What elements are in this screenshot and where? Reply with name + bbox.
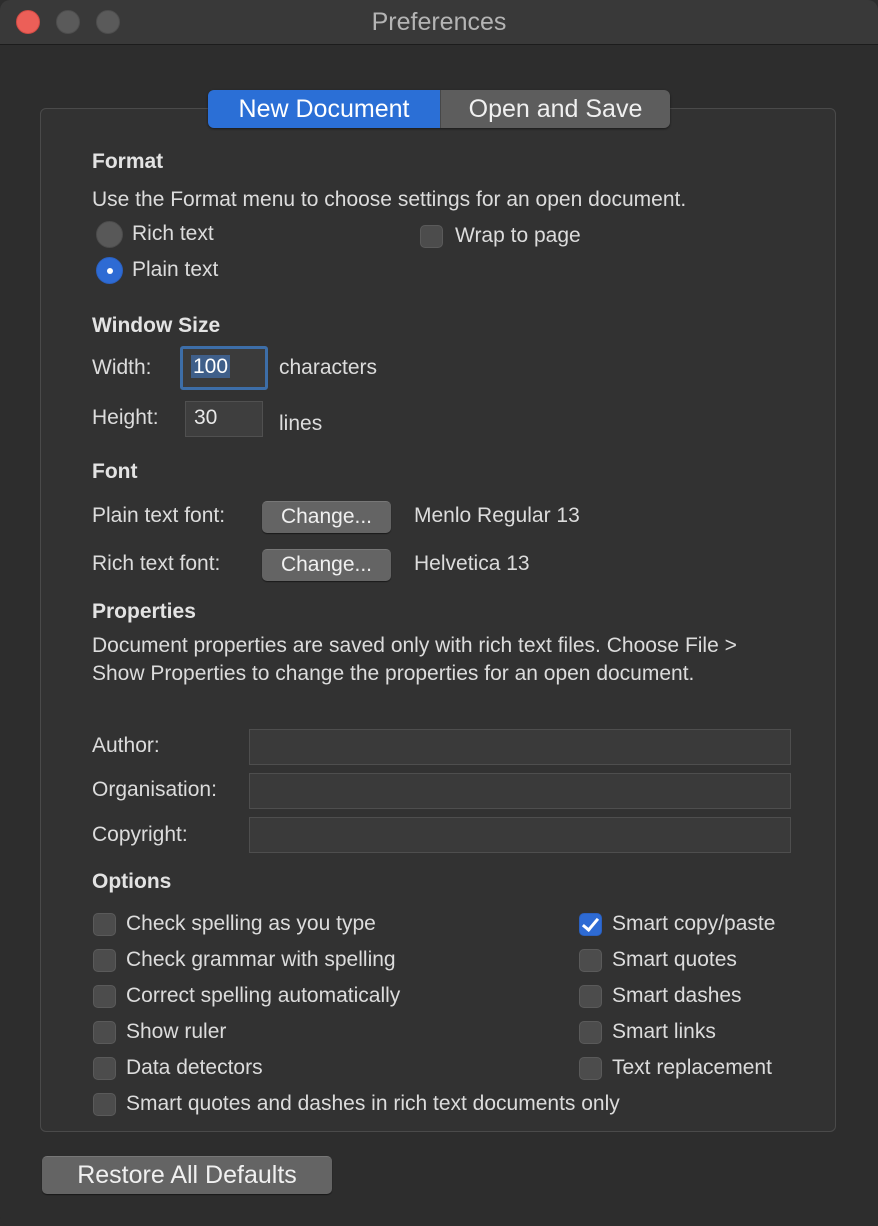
check-spelling-checkbox[interactable] xyxy=(93,913,116,936)
change-plain-font-button[interactable]: Change... xyxy=(262,501,391,533)
check-grammar-label[interactable]: Check grammar with spelling xyxy=(126,948,396,972)
window-size-heading: Window Size xyxy=(92,314,221,337)
smart-links-checkbox[interactable] xyxy=(579,1021,602,1044)
data-detectors-label[interactable]: Data detectors xyxy=(126,1056,263,1080)
change-rich-font-button[interactable]: Change... xyxy=(262,549,391,581)
window-title: Preferences xyxy=(371,8,507,36)
width-value: 100 xyxy=(191,355,231,378)
preferences-window: Preferences New Document Open and Save F… xyxy=(0,0,878,1226)
rich-text-label[interactable]: Rich text xyxy=(132,222,214,246)
font-heading: Font xyxy=(92,460,138,483)
options-heading: Options xyxy=(92,870,172,893)
smart-copy-paste-label[interactable]: Smart copy/paste xyxy=(612,912,775,936)
format-description: Use the Format menu to choose settings f… xyxy=(92,188,687,211)
rich-text-only-label[interactable]: Smart quotes and dashes in rich text doc… xyxy=(126,1092,620,1116)
author-field[interactable] xyxy=(249,729,791,765)
height-value: 30 xyxy=(194,406,218,429)
author-label: Author: xyxy=(92,734,160,757)
smart-links-label[interactable]: Smart links xyxy=(612,1020,716,1044)
plain-text-font-value: Menlo Regular 13 xyxy=(414,504,580,527)
tab-bar: New Document Open and Save xyxy=(208,90,670,128)
wrap-to-page-checkbox[interactable] xyxy=(420,225,443,248)
plain-text-label[interactable]: Plain text xyxy=(132,258,218,282)
correct-spelling-checkbox[interactable] xyxy=(93,985,116,1008)
height-label: Height: xyxy=(92,406,159,429)
properties-heading: Properties xyxy=(92,600,196,623)
width-field[interactable]: 100 xyxy=(180,346,268,390)
organisation-label: Organisation: xyxy=(92,778,217,801)
text-replacement-checkbox[interactable] xyxy=(579,1057,602,1080)
check-grammar-checkbox[interactable] xyxy=(93,949,116,972)
title-bar[interactable]: Preferences xyxy=(0,0,878,45)
copyright-label: Copyright: xyxy=(92,823,188,846)
correct-spelling-label[interactable]: Correct spelling automatically xyxy=(126,984,400,1008)
show-ruler-checkbox[interactable] xyxy=(93,1021,116,1044)
copyright-field[interactable] xyxy=(249,817,791,853)
plain-text-radio[interactable] xyxy=(96,257,123,284)
smart-dashes-checkbox[interactable] xyxy=(579,985,602,1008)
smart-quotes-label[interactable]: Smart quotes xyxy=(612,948,737,972)
height-unit-label: lines xyxy=(279,412,323,435)
wrap-to-page-label[interactable]: Wrap to page xyxy=(455,224,581,248)
smart-dashes-label[interactable]: Smart dashes xyxy=(612,984,742,1008)
tab-new-document[interactable]: New Document xyxy=(208,90,440,128)
organisation-field[interactable] xyxy=(249,773,791,809)
width-unit-label: characters xyxy=(279,356,378,379)
smart-quotes-checkbox[interactable] xyxy=(579,949,602,972)
rich-text-only-checkbox[interactable] xyxy=(93,1093,116,1116)
text-replacement-label[interactable]: Text replacement xyxy=(612,1056,772,1080)
properties-description: Document properties are saved only with … xyxy=(92,634,737,685)
restore-all-defaults-button[interactable]: Restore All Defaults xyxy=(42,1156,332,1194)
check-spelling-label[interactable]: Check spelling as you type xyxy=(126,912,376,936)
format-heading: Format xyxy=(92,150,164,173)
plain-text-font-label: Plain text font: xyxy=(92,504,226,527)
width-label: Width: xyxy=(92,356,152,379)
height-field[interactable]: 30 xyxy=(185,401,263,437)
data-detectors-checkbox[interactable] xyxy=(93,1057,116,1080)
smart-copy-paste-checkbox[interactable] xyxy=(579,913,602,936)
rich-text-radio[interactable] xyxy=(96,221,123,248)
rich-text-font-value: Helvetica 13 xyxy=(414,552,530,575)
show-ruler-label[interactable]: Show ruler xyxy=(126,1020,226,1044)
tab-open-and-save[interactable]: Open and Save xyxy=(440,90,670,128)
rich-text-font-label: Rich text font: xyxy=(92,552,221,575)
